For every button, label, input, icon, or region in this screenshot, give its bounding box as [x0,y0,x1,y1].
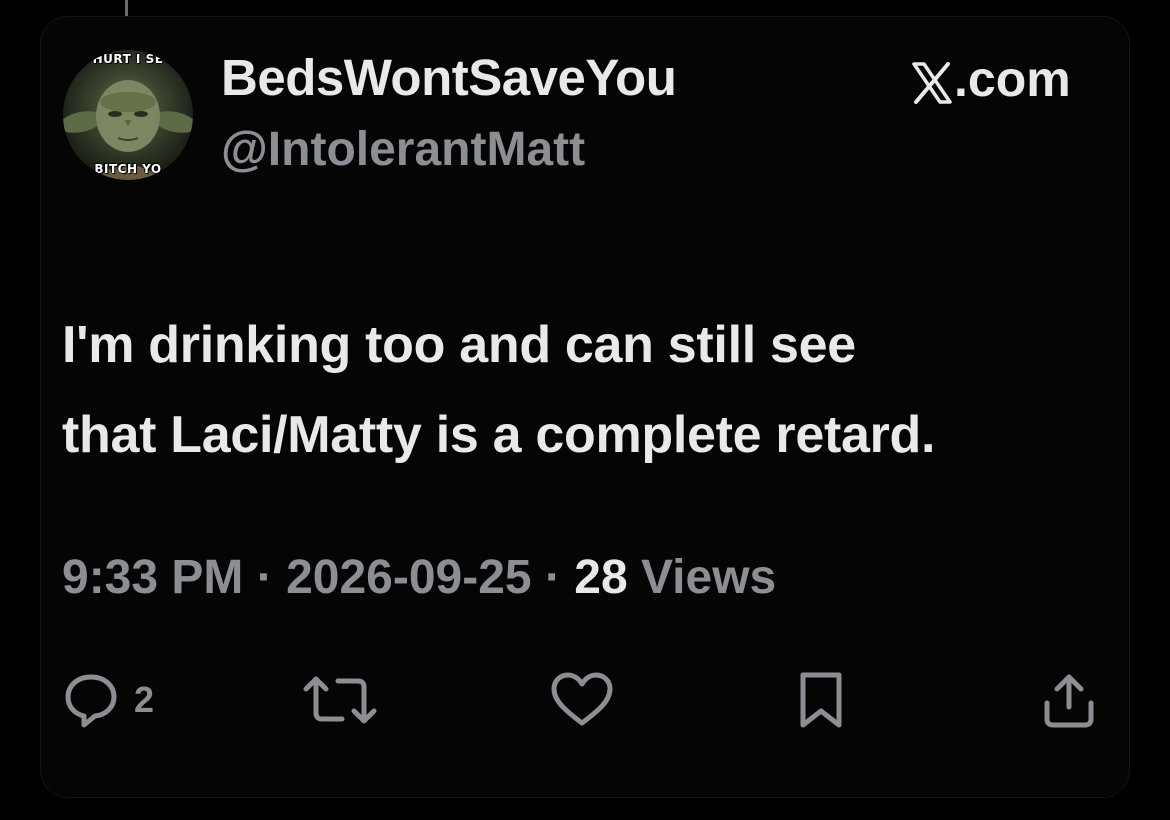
like-button[interactable] [548,660,616,740]
tweet-text: I'm drinking too and can still see that … [62,300,1122,480]
bookmark-button[interactable] [795,660,847,740]
tweet-text-line-1: I'm drinking too and can still see [62,316,856,374]
tweet-meta: 9:33 PM · 2026-09-25 · 28 Views [62,550,776,605]
author-display-name[interactable]: BedsWontSaveYou [221,48,677,107]
repost-icon [300,671,380,729]
avatar-caption-top: HURT I SE [92,52,164,66]
x-logo-icon [912,58,952,104]
reply-button[interactable]: 2 [62,660,154,740]
meta-separator: · [544,551,561,604]
tweet-date[interactable]: 2026-09-25 [286,551,532,604]
brand-label: .com [954,51,1071,107]
bookmark-icon [795,671,847,729]
avatar-caption-bottom: BITCH YO [94,162,162,176]
views-label: Views [641,551,777,604]
avatar[interactable]: HURT I SE BITCH YO [63,50,193,180]
author-handle[interactable]: @IntolerantMatt [221,122,585,177]
tweet-actions-bar: 2 [0,660,1170,740]
screenshot-page: HURT I SE BITCH YO BedsWontSaveYou @Into… [0,0,1170,820]
heart-icon [548,671,616,729]
share-button[interactable] [1040,660,1098,740]
reply-count: 2 [134,679,155,720]
tweet-time[interactable]: 9:33 PM [62,551,243,604]
reply-icon [62,671,120,729]
brand-watermark: .com [912,50,1071,108]
yoda-meme-avatar-icon [63,80,193,180]
views-count: 28 [574,551,628,604]
repost-button[interactable] [300,660,380,740]
tweet-text-line-2: that Laci/Matty is a complete retard. [62,406,936,464]
meta-separator: · [256,551,273,604]
share-icon [1040,671,1098,729]
